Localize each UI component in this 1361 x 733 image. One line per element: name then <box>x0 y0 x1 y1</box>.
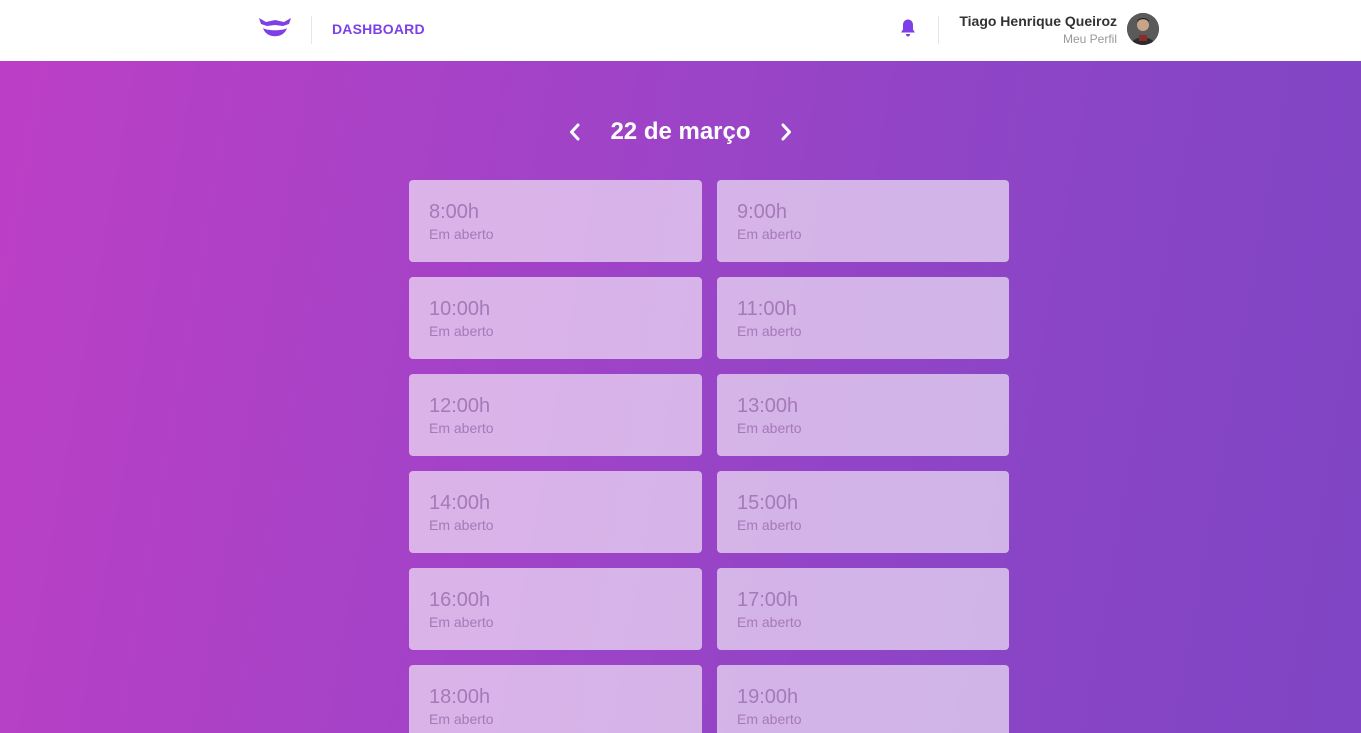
slot-status: Em aberto <box>429 420 494 436</box>
slot-time: 12:00h <box>429 395 491 417</box>
user-avatar[interactable] <box>1127 13 1159 45</box>
time-slot[interactable]: 8:00h Em aberto <box>409 180 702 262</box>
time-slot[interactable]: 17:00h Em aberto <box>717 568 1009 650</box>
header-divider-right <box>938 16 939 44</box>
slot-time: 16:00h <box>429 589 491 611</box>
header-divider <box>311 16 312 44</box>
time-slot[interactable]: 11:00h Em aberto <box>717 277 1009 359</box>
slot-status: Em aberto <box>737 517 802 533</box>
time-slot[interactable]: 9:00h Em aberto <box>717 180 1009 262</box>
slot-time: 9:00h <box>737 201 788 223</box>
slot-time: 15:00h <box>737 492 799 514</box>
slot-time: 13:00h <box>737 395 799 417</box>
time-slot[interactable]: 18:00h Em aberto <box>409 665 702 733</box>
slot-status: Em aberto <box>429 614 494 630</box>
my-profile-link[interactable]: Meu Perfil <box>959 31 1117 47</box>
slot-time: 10:00h <box>429 298 491 320</box>
current-date: 22 de março <box>610 118 751 145</box>
slot-status: Em aberto <box>429 711 494 727</box>
chevron-left-icon <box>570 123 580 141</box>
slot-status: Em aberto <box>429 517 494 533</box>
time-slot[interactable]: 15:00h Em aberto <box>717 471 1009 553</box>
slot-status: Em aberto <box>737 711 802 727</box>
time-slot[interactable]: 16:00h Em aberto <box>409 568 702 650</box>
slot-time: 11:00h <box>737 298 797 320</box>
prev-day-button[interactable] <box>560 117 590 147</box>
slot-status: Em aberto <box>737 420 802 436</box>
time-slot[interactable]: 13:00h Em aberto <box>717 374 1009 456</box>
slot-time: 8:00h <box>429 201 480 223</box>
profile-name: Tiago Henrique Queiroz <box>959 13 1117 29</box>
slot-time: 14:00h <box>429 492 491 514</box>
next-day-button[interactable] <box>771 117 801 147</box>
slot-status: Em aberto <box>737 226 802 242</box>
chevron-right-icon <box>781 123 791 141</box>
top-bar: DASHBOARD Tiago Henrique Queiroz Meu Per… <box>0 0 1361 61</box>
slot-status: Em aberto <box>737 614 802 630</box>
slot-time: 19:00h <box>737 686 799 708</box>
schedule-grid: 8:00h Em aberto 9:00h Em aberto 10:00h E… <box>409 180 1009 733</box>
bell-icon[interactable] <box>899 18 917 38</box>
slot-status: Em aberto <box>429 323 494 339</box>
slot-status: Em aberto <box>429 226 494 242</box>
slot-time: 18:00h <box>429 686 491 708</box>
profile-info: Tiago Henrique Queiroz Meu Perfil <box>959 13 1117 47</box>
time-slot[interactable]: 19:00h Em aberto <box>717 665 1009 733</box>
time-slot[interactable]: 10:00h Em aberto <box>409 277 702 359</box>
dashboard-link[interactable]: DASHBOARD <box>332 21 425 37</box>
date-navigation: 22 de março <box>0 112 1361 152</box>
slot-time: 17:00h <box>737 589 799 611</box>
time-slot[interactable]: 14:00h Em aberto <box>409 471 702 553</box>
barber-mustache-logo-icon[interactable] <box>258 15 292 43</box>
time-slot[interactable]: 12:00h Em aberto <box>409 374 702 456</box>
avatar-image <box>1127 13 1159 45</box>
slot-status: Em aberto <box>737 323 802 339</box>
